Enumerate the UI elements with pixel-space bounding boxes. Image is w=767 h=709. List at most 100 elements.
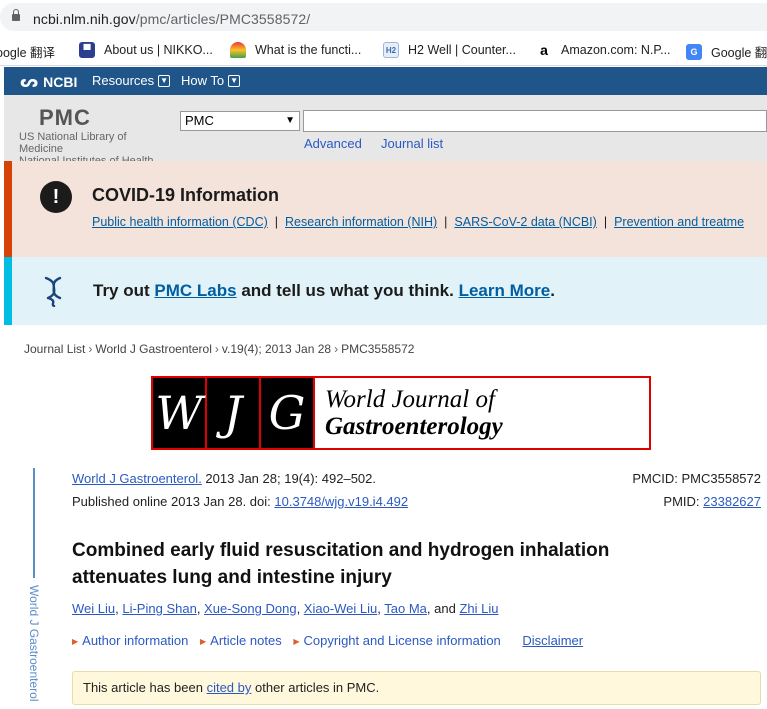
cited-prefix: This article has been bbox=[83, 680, 207, 695]
search-input[interactable] bbox=[303, 110, 767, 132]
bookmark-amazon[interactable]: a Amazon.com: N.P... bbox=[536, 42, 671, 58]
bookmark-google-translate[interactable]: oogle 翻译 bbox=[0, 42, 55, 61]
bookmark-label: oogle 翻译 bbox=[0, 46, 56, 60]
database-select[interactable]: PMC ▼ bbox=[180, 111, 300, 131]
pmcid-value: PMC3558572 bbox=[681, 471, 762, 486]
nikko-icon: ▀ bbox=[79, 42, 95, 58]
dna-helix-icon bbox=[44, 276, 62, 307]
author-sep: , bbox=[196, 601, 205, 616]
author-sep: , and bbox=[426, 601, 460, 616]
author-link[interactable]: Xiao-Wei Liu bbox=[304, 601, 377, 616]
article-notes-link[interactable]: Article notes bbox=[210, 633, 282, 648]
article-title-line: Combined early fluid resuscitation and h… bbox=[72, 540, 610, 561]
chevron-down-icon: ▼ bbox=[228, 74, 241, 87]
lock-icon[interactable] bbox=[12, 9, 20, 22]
google-translate-icon: G bbox=[686, 43, 702, 60]
covid-banner: ! COVID-19 Information Public health inf… bbox=[4, 161, 767, 257]
pmcid-label: PMCID: bbox=[632, 471, 682, 486]
rainbow-icon bbox=[230, 42, 246, 58]
journal-list-link[interactable]: Journal list bbox=[381, 136, 443, 151]
learn-more-link[interactable]: Learn More bbox=[459, 281, 551, 300]
triangle-right-icon: ▶ bbox=[293, 637, 300, 646]
separator: | bbox=[444, 215, 448, 229]
url-text[interactable]: ncbi.nlm.nih.gov/pmc/articles/PMC3558572… bbox=[33, 11, 310, 27]
database-select-value: PMC bbox=[185, 113, 214, 128]
covid-title: COVID-19 Information bbox=[92, 185, 280, 205]
cited-by-link[interactable]: cited by bbox=[207, 680, 252, 695]
author-link[interactable]: Li-Ping Shan bbox=[122, 601, 196, 616]
journal-name-line1: World Journal of bbox=[325, 386, 495, 413]
bookmark-google-translate-2[interactable]: G Google 翻 bbox=[686, 42, 767, 61]
article-title-line: attenuates lung and intestine injury bbox=[72, 567, 392, 588]
breadcrumb-journal-list[interactable]: Journal List bbox=[24, 342, 85, 356]
ncbi-logo-text: NCBI bbox=[43, 74, 78, 90]
labs-prefix: Try out bbox=[93, 281, 155, 300]
separator: › bbox=[88, 342, 93, 356]
journal-citation-link[interactable]: World J Gastroenterol. bbox=[72, 471, 202, 486]
prevention-link[interactable]: Prevention and treatme bbox=[614, 215, 744, 229]
dna-helix-icon: ᔕ bbox=[20, 74, 39, 91]
bookmarks-bar: oogle 翻译 ▀ About us | NIKKO... What is t… bbox=[0, 34, 767, 66]
author-information-link[interactable]: Author information bbox=[82, 633, 188, 648]
doi-link[interactable]: 10.3748/wjg.v19.i4.492 bbox=[274, 494, 408, 509]
author-link[interactable]: Wei Liu bbox=[72, 601, 115, 616]
cited-suffix: other articles in PMC. bbox=[251, 680, 380, 695]
resources-label: Resources bbox=[92, 73, 155, 88]
resources-menu[interactable]: Resources ▼ bbox=[92, 73, 171, 88]
cited-by-notice: This article has been cited by other art… bbox=[72, 671, 761, 705]
pmid-link[interactable]: 23382627 bbox=[703, 494, 761, 509]
bookmark-nikko[interactable]: ▀ About us | NIKKO... bbox=[79, 42, 213, 58]
url-host: ncbi.nlm.nih.gov bbox=[33, 11, 136, 27]
journal-name-line2: Gastroenterology bbox=[325, 413, 503, 440]
sidebar-journal-label[interactable]: World J Gastroenterol bbox=[27, 585, 41, 709]
separator: | bbox=[274, 215, 279, 229]
citation-details: 2013 Jan 28; 19(4): 492–502. bbox=[201, 471, 377, 486]
covid-links: Public health information (CDC) | Research… bbox=[92, 215, 744, 229]
url-path: /pmc/articles/PMC3558572/ bbox=[135, 11, 311, 27]
breadcrumb-journal[interactable]: World J Gastroenterol bbox=[95, 342, 212, 356]
how-to-label: How To bbox=[181, 73, 225, 88]
chevron-down-icon: ▼ bbox=[158, 74, 171, 87]
disclaimer-link[interactable]: Disclaimer bbox=[522, 633, 583, 648]
pmc-labs-link[interactable]: PMC Labs bbox=[154, 281, 236, 300]
triangle-right-icon: ▶ bbox=[200, 637, 207, 646]
banner-letter: J bbox=[207, 378, 261, 448]
author-link[interactable]: Xue-Song Dong bbox=[204, 601, 297, 616]
ncbi-data-link[interactable]: SARS-CoV-2 data (NCBI) bbox=[454, 215, 596, 229]
banner-letter: W bbox=[153, 378, 207, 448]
breadcrumb: Journal List › World J Gastroenterol › v.19(… bbox=[24, 342, 414, 356]
url-field[interactable]: ncbi.nlm.nih.gov/pmc/articles/PMC3558572… bbox=[0, 3, 767, 31]
banner-letter: G bbox=[261, 378, 315, 448]
pmcid: PMCID: PMC3558572 bbox=[632, 471, 761, 486]
author-list: Wei Liu, Li-Ping Shan, Xue-Song Dong, Xi… bbox=[72, 601, 498, 616]
bookmark-label: H2 Well | Counter... bbox=[408, 43, 516, 57]
pmc-header: PMC US National Library of Medicine Nati… bbox=[4, 95, 767, 167]
labs-suffix: . bbox=[550, 281, 555, 300]
breadcrumb-issue[interactable]: v.19(4); 2013 Jan 28 bbox=[222, 342, 331, 356]
bookmark-h2well[interactable]: H2 H2 Well | Counter... bbox=[383, 42, 516, 58]
nlm-line: US National Library of bbox=[19, 131, 127, 143]
browser-address-bar: ncbi.nlm.nih.gov/pmc/articles/PMC3558572… bbox=[0, 0, 767, 34]
how-to-menu[interactable]: How To ▼ bbox=[181, 73, 241, 88]
published-text: Published online 2013 Jan 28. doi: bbox=[72, 494, 275, 509]
nih-link[interactable]: Research information (NIH) bbox=[285, 215, 437, 229]
separator: › bbox=[214, 342, 219, 356]
bookmark-what-is[interactable]: What is the functi... bbox=[230, 42, 361, 58]
journal-banner[interactable]: W J G World Journal of Gastroenterology bbox=[151, 376, 651, 450]
author-link[interactable]: Zhi Liu bbox=[459, 601, 498, 616]
copyright-link[interactable]: Copyright and License information bbox=[304, 633, 501, 648]
advanced-search-link[interactable]: Advanced bbox=[304, 136, 362, 151]
journal-name: World Journal of Gastroenterology bbox=[315, 378, 503, 448]
pmc-logo[interactable]: PMC bbox=[39, 105, 91, 131]
ncbi-logo[interactable]: ᔕ NCBI bbox=[20, 72, 77, 92]
h2well-icon: H2 bbox=[383, 42, 399, 58]
bookmark-label: Google 翻 bbox=[711, 46, 767, 60]
breadcrumb-current: PMC3558572 bbox=[341, 342, 415, 356]
bookmark-label: Amazon.com: N.P... bbox=[561, 43, 671, 57]
bookmark-label: What is the functi... bbox=[255, 43, 362, 57]
labs-text: Try out PMC Labs and tell us what you th… bbox=[93, 281, 555, 301]
cdc-link[interactable]: Public health information (CDC) bbox=[92, 215, 268, 229]
published-line: Published online 2013 Jan 28. doi: 10.37… bbox=[72, 494, 408, 509]
author-link[interactable]: Tao Ma bbox=[384, 601, 427, 616]
article-title: Combined early fluid resuscitation and h… bbox=[72, 537, 712, 591]
